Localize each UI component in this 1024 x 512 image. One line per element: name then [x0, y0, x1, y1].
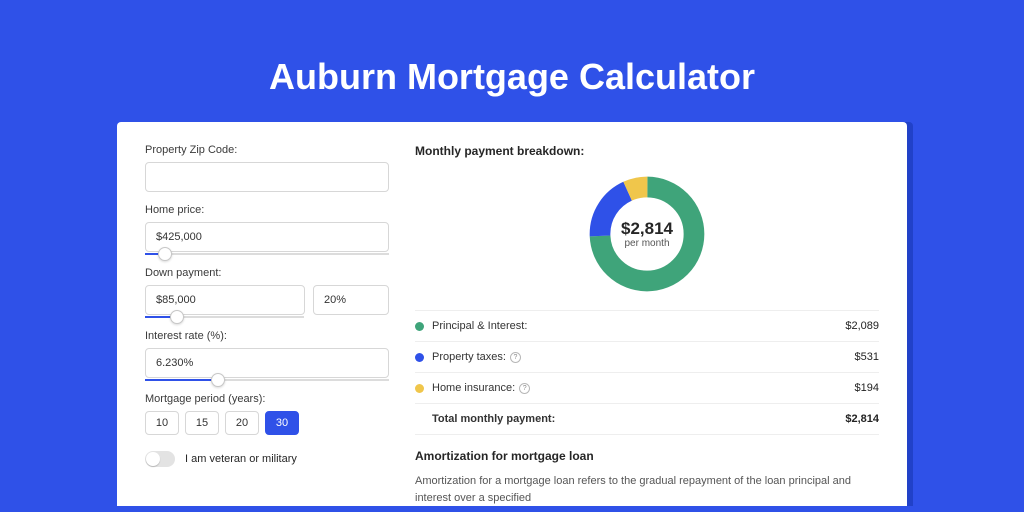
legend-value: $2,089	[845, 320, 879, 332]
home-price-label: Home price:	[145, 204, 389, 216]
home-price-field: Home price:	[145, 204, 389, 255]
slider-thumb-icon[interactable]	[170, 310, 184, 324]
slider-thumb-icon[interactable]	[211, 373, 225, 387]
legend-dot-icon	[415, 353, 424, 362]
home-price-input[interactable]	[145, 222, 389, 252]
donut-amount: $2,814	[621, 219, 673, 239]
interest-label: Interest rate (%):	[145, 330, 389, 342]
legend-value: $194	[855, 382, 879, 394]
legend-label: Home insurance: ?	[432, 382, 855, 394]
period-button-20[interactable]: 20	[225, 411, 259, 435]
interest-input[interactable]	[145, 348, 389, 378]
interest-slider[interactable]	[145, 379, 389, 381]
zip-input[interactable]	[145, 162, 389, 192]
breakdown-column: Monthly payment breakdown: $2,814 per mo…	[415, 144, 879, 506]
amortization-title: Amortization for mortgage loan	[415, 449, 879, 463]
slider-thumb-icon[interactable]	[158, 247, 172, 261]
form-column: Property Zip Code: Home price: Down paym…	[145, 144, 389, 506]
down-payment-slider[interactable]	[145, 316, 304, 318]
down-payment-input[interactable]	[145, 285, 305, 315]
info-icon[interactable]: ?	[519, 383, 530, 394]
veteran-field: I am veteran or military	[145, 451, 389, 467]
period-field: Mortgage period (years): 10152030	[145, 393, 389, 435]
zip-field: Property Zip Code:	[145, 144, 389, 192]
legend-value: $2,814	[845, 413, 879, 425]
page-title: Auburn Mortgage Calculator	[0, 0, 1024, 122]
interest-field: Interest rate (%):	[145, 330, 389, 381]
legend-row-home_insurance: Home insurance: ?$194	[415, 373, 879, 404]
amortization-section: Amortization for mortgage loan Amortizat…	[415, 449, 879, 506]
zip-label: Property Zip Code:	[145, 144, 389, 156]
legend-dot-icon	[415, 322, 424, 331]
legend-dot-icon	[415, 384, 424, 393]
period-button-30[interactable]: 30	[265, 411, 299, 435]
period-button-10[interactable]: 10	[145, 411, 179, 435]
legend-label: Principal & Interest:	[432, 320, 845, 332]
amortization-text: Amortization for a mortgage loan refers …	[415, 473, 879, 506]
info-icon[interactable]: ?	[510, 352, 521, 363]
legend: Principal & Interest:$2,089Property taxe…	[415, 310, 879, 435]
legend-label: Property taxes: ?	[432, 351, 855, 363]
veteran-toggle[interactable]	[145, 451, 175, 467]
breakdown-title: Monthly payment breakdown:	[415, 144, 879, 158]
legend-value: $531	[855, 351, 879, 363]
period-button-group: 10152030	[145, 411, 389, 435]
legend-row-property_taxes: Property taxes: ?$531	[415, 342, 879, 373]
toggle-knob-icon	[146, 452, 160, 466]
period-button-15[interactable]: 15	[185, 411, 219, 435]
down-payment-pct-input[interactable]	[313, 285, 389, 315]
down-payment-field: Down payment:	[145, 267, 389, 318]
legend-row-total: Total monthly payment:$2,814	[415, 404, 879, 435]
donut-chart: $2,814 per month	[415, 168, 879, 310]
down-payment-label: Down payment:	[145, 267, 389, 279]
period-label: Mortgage period (years):	[145, 393, 389, 405]
calculator-card: Property Zip Code: Home price: Down paym…	[117, 122, 907, 506]
legend-row-principal_interest: Principal & Interest:$2,089	[415, 311, 879, 342]
veteran-label: I am veteran or military	[185, 453, 297, 465]
home-price-slider[interactable]	[145, 253, 389, 255]
donut-caption: per month	[624, 238, 669, 249]
legend-label: Total monthly payment:	[432, 413, 845, 425]
